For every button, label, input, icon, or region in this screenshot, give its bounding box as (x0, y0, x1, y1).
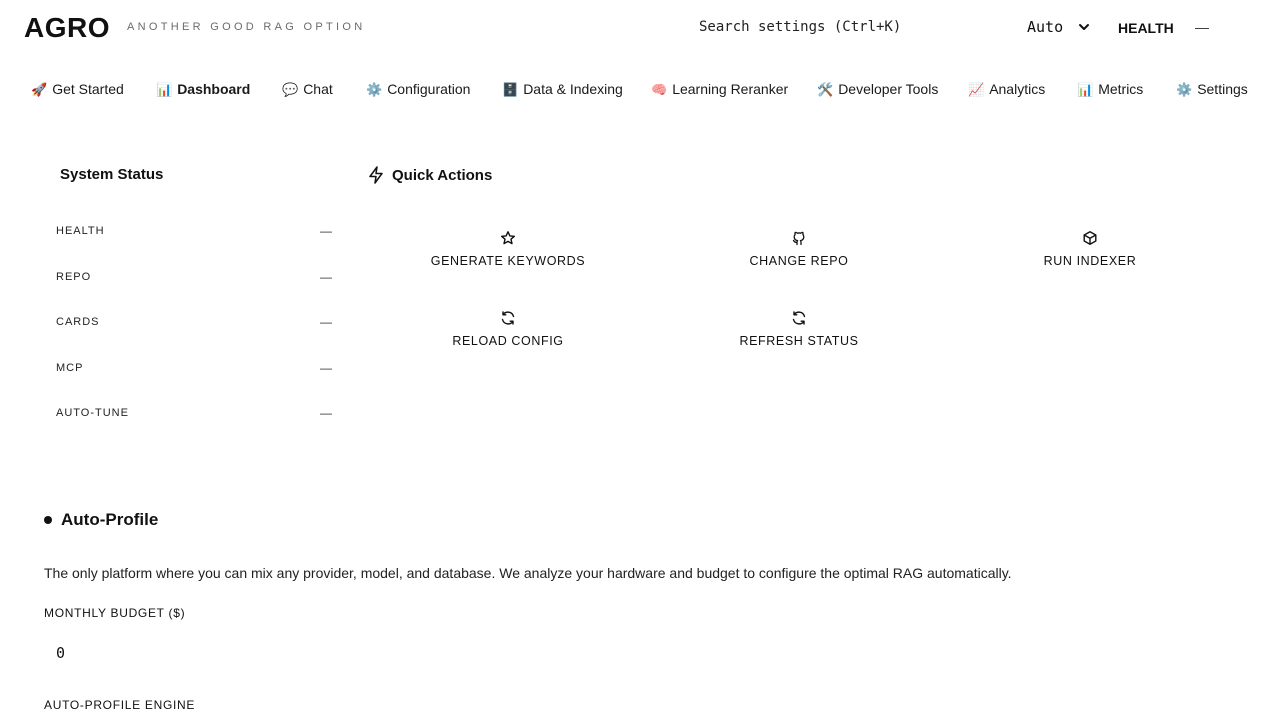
quick-actions-title: Quick Actions (368, 166, 492, 184)
auto-profile-title: Auto-Profile (44, 510, 158, 530)
monthly-budget-label: MONTHLY BUDGET ($) (44, 606, 186, 620)
theme-select[interactable]: Auto (1027, 18, 1091, 36)
app-logo[interactable]: AGRO (24, 12, 110, 44)
status-label: AUTO-TUNE (56, 407, 129, 419)
theme-select-value: Auto (1027, 18, 1064, 36)
bullet-dot-icon (44, 516, 52, 524)
top-bar: AGRO ANOTHER GOOD RAG OPTION Search sett… (0, 0, 1280, 56)
tab-label: Developer Tools (838, 81, 939, 97)
action-label: GENERATE KEYWORDS (430, 254, 586, 268)
tab-label: Configuration (387, 81, 471, 97)
bar-chart-icon: 📊 (1077, 83, 1094, 98)
action-label: RELOAD CONFIG (452, 334, 564, 348)
status-label: HEALTH (56, 225, 105, 237)
refresh-status-button[interactable]: REFRESH STATUS (679, 310, 919, 350)
brain-icon: 🧠 (651, 83, 668, 98)
status-label: REPO (56, 271, 92, 283)
refresh-icon (792, 311, 806, 325)
status-row-mcp: MCP — (56, 359, 334, 379)
action-label: RUN INDEXER (1043, 254, 1137, 268)
rocket-icon: 🚀 (31, 83, 48, 98)
tab-configuration[interactable]: ⚙️ Configuration (366, 81, 470, 98)
tab-label: Chat (303, 81, 333, 97)
action-label: REFRESH STATUS (739, 334, 859, 348)
reload-config-button[interactable]: RELOAD CONFIG (388, 310, 628, 350)
lightning-icon (369, 166, 383, 184)
tab-analytics[interactable]: 📈 Analytics (968, 81, 1045, 98)
chevron-down-icon (1079, 24, 1090, 30)
status-row-repo: REPO — (56, 268, 334, 288)
app-tagline: ANOTHER GOOD RAG OPTION (127, 21, 366, 33)
status-value: — (320, 406, 332, 420)
monthly-budget-input[interactable] (44, 638, 368, 668)
tab-settings[interactable]: ⚙️ Settings (1176, 81, 1248, 98)
tab-label: Settings (1197, 81, 1248, 97)
tab-label: Get Started (52, 81, 124, 97)
action-label: CHANGE REPO (749, 254, 849, 268)
quick-actions-label: Quick Actions (392, 166, 493, 184)
bar-chart-icon: 📊 (156, 83, 173, 98)
tab-dashboard[interactable]: 📊 Dashboard (156, 81, 250, 98)
tab-get-started[interactable]: 🚀 Get Started (31, 81, 124, 98)
tab-label: Metrics (1098, 81, 1144, 97)
settings-search-input[interactable]: Search settings (Ctrl+K) (699, 19, 901, 35)
status-row-health: HEALTH — (56, 222, 334, 242)
status-label: CARDS (56, 316, 100, 328)
status-value: — (320, 361, 332, 375)
auto-profile-engine-label: AUTO-PROFILE ENGINE (44, 698, 196, 712)
tab-label: Learning Reranker (672, 81, 789, 97)
system-status-title: System Status (60, 166, 164, 183)
refresh-icon (501, 311, 515, 325)
status-value: — (320, 224, 332, 238)
auto-profile-label: Auto-Profile (61, 510, 159, 529)
main-nav-tabs: 🚀 Get Started 📊 Dashboard 💬 Chat ⚙️ Configur… (0, 78, 1280, 102)
generate-keywords-button[interactable]: GENERATE KEYWORDS (388, 230, 628, 270)
status-label: MCP (56, 362, 84, 374)
tab-label: Dashboard (177, 81, 251, 97)
gear-icon: ⚙️ (1176, 83, 1193, 98)
tab-developer-tools[interactable]: 🛠️ Developer Tools (817, 81, 938, 98)
tab-metrics[interactable]: 📊 Metrics (1077, 81, 1143, 98)
tab-data-indexing[interactable]: 🗄️ Data & Indexing (502, 81, 623, 98)
star-icon (501, 231, 515, 245)
health-value: — (1195, 19, 1209, 35)
tab-label: Analytics (989, 81, 1046, 97)
tab-learning-reranker[interactable]: 🧠 Learning Reranker (651, 81, 788, 98)
auto-profile-description: The only platform where you can mix any … (44, 565, 1012, 581)
tools-icon: 🛠️ (817, 83, 834, 98)
cube-icon (1083, 231, 1097, 245)
status-row-cards: CARDS — (56, 313, 334, 333)
run-indexer-button[interactable]: RUN INDEXER (970, 230, 1210, 270)
change-repo-button[interactable]: CHANGE REPO (679, 230, 919, 270)
status-value: — (320, 270, 332, 284)
gear-icon: ⚙️ (366, 83, 383, 98)
file-cabinet-icon: 🗄️ (502, 83, 519, 98)
github-icon (792, 231, 805, 246)
status-row-auto-tune: AUTO-TUNE — (56, 404, 334, 424)
status-value: — (320, 315, 332, 329)
health-label: HEALTH (1118, 20, 1174, 36)
tab-chat[interactable]: 💬 Chat (282, 81, 333, 98)
speech-bubble-icon: 💬 (282, 83, 299, 98)
chart-up-icon: 📈 (968, 83, 985, 98)
tab-label: Data & Indexing (523, 81, 623, 97)
